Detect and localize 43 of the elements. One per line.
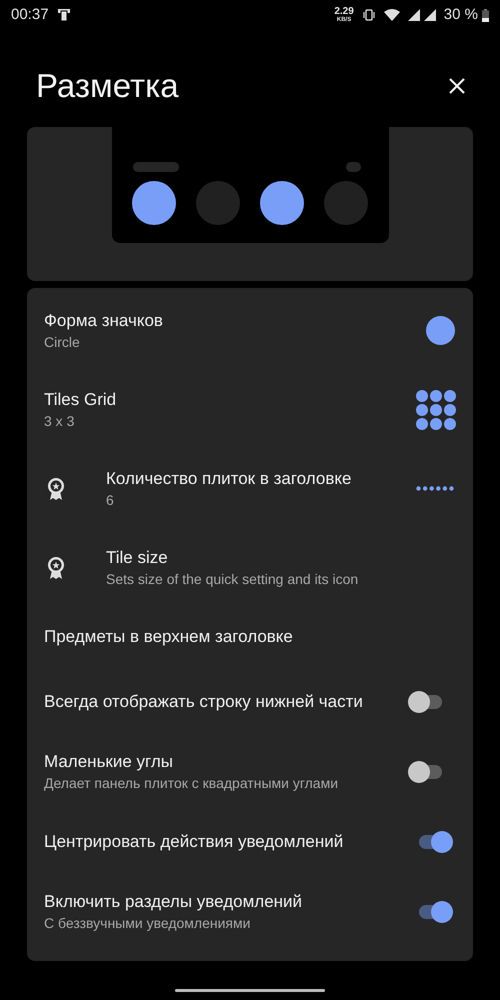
- setting-summary: Делает панель плиток с квадратными углами: [44, 774, 340, 793]
- setting-row[interactable]: Маленькие углы Делает панель плиток с квадратными углами: [27, 737, 473, 807]
- setting-summary: С беззвучными уведомлениями: [44, 914, 252, 933]
- toggle-switch[interactable]: [417, 901, 453, 923]
- toggle-switch[interactable]: [408, 761, 444, 783]
- setting-row[interactable]: Форма значков Circle: [27, 291, 473, 370]
- wifi-icon: [384, 9, 400, 21]
- toggle-switch[interactable]: [408, 691, 444, 713]
- setting-summary: Circle: [44, 332, 81, 352]
- setting-title: Количество плиток в заголовке: [106, 468, 352, 490]
- setting-title: Маленькие углы: [44, 751, 174, 773]
- setting-row[interactable]: Tiles Grid 3 x 3: [27, 370, 473, 449]
- network-speed: 2.29: [334, 7, 354, 17]
- setting-row[interactable]: Центрировать действия уведомлений: [27, 807, 473, 877]
- setting-summary: 3 x 3: [44, 412, 76, 430]
- setting-row[interactable]: Включить разделы уведомлений С беззвучными уведомлениями: [27, 877, 473, 947]
- battery-percent: 30 %: [444, 4, 478, 25]
- setting-row[interactable]: Всегда отображать строку нижней части: [27, 667, 473, 737]
- setting-title: Предметы в верхнем заголовке: [44, 626, 294, 648]
- battery-icon: [482, 8, 489, 22]
- clock: 00:37: [11, 4, 49, 25]
- page-title: Разметка: [36, 66, 179, 106]
- setting-title: Включить разделы уведомлений: [44, 891, 304, 913]
- setting-title: Центрировать действия уведомлений: [44, 831, 344, 853]
- setting-row[interactable]: Предметы в верхнем заголовке: [27, 607, 473, 667]
- setting-row[interactable]: Количество плиток в заголовке 6: [27, 449, 473, 528]
- preview-bar: [346, 162, 360, 172]
- setting-title: Всегда отображать строку нижней части: [44, 691, 364, 713]
- close-icon[interactable]: [448, 77, 466, 95]
- signal-icon: [408, 9, 420, 21]
- grid-dots-icon: [416, 390, 456, 430]
- setting-row[interactable]: Tile size Sets size of the quick setting and its icon: [27, 528, 473, 607]
- setting-title: Форма значков: [44, 310, 164, 332]
- vibrate-icon: [362, 9, 376, 21]
- setting-title: Tiles Grid: [44, 388, 118, 410]
- toggle-switch[interactable]: [417, 831, 453, 853]
- signal-icon: [424, 9, 436, 21]
- setting-title: Tile size: [106, 546, 169, 568]
- preview-bar: [132, 162, 178, 172]
- setting-summary: Sets size of the quick setting and its icon: [106, 570, 360, 588]
- dots-icon: [416, 486, 454, 491]
- setting-summary: 6: [106, 490, 115, 510]
- circle-shape-icon: [426, 316, 455, 345]
